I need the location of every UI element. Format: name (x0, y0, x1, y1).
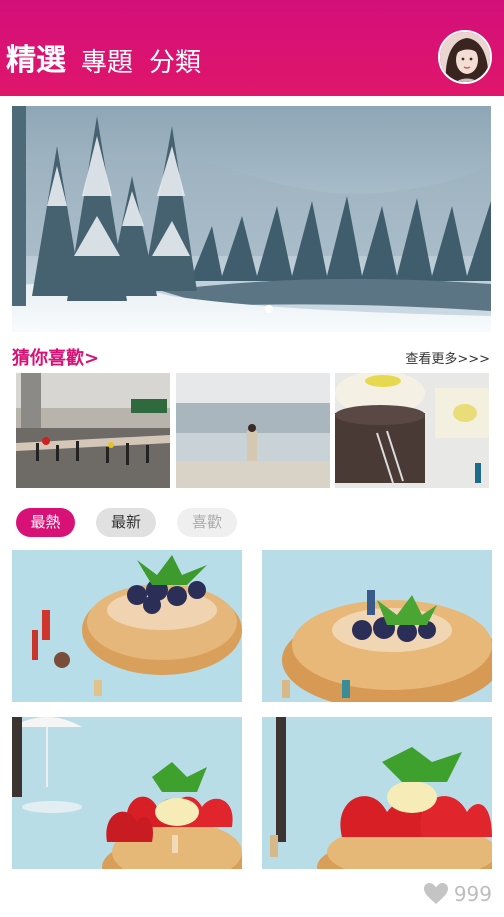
recommend-item[interactable] (176, 373, 330, 488)
tab-categories[interactable]: 分類 (149, 46, 201, 80)
banner-carousel[interactable] (12, 106, 491, 332)
recommend-item[interactable] (16, 373, 170, 488)
tab-featured[interactable]: 精選 (6, 44, 66, 78)
filter-newest[interactable]: 最新 (96, 508, 156, 537)
filter-hottest[interactable]: 最熱 (16, 508, 75, 537)
tab-topics[interactable]: 專題 (81, 46, 133, 80)
photo-card[interactable] (12, 550, 242, 702)
user-avatar[interactable] (438, 30, 492, 84)
top-header: 精選 專題 分類 (0, 0, 504, 96)
photo-card[interactable] (262, 550, 492, 702)
section-title-recommend[interactable]: 猜你喜歡> (12, 344, 99, 370)
see-more-link[interactable]: 查看更多>>> (405, 348, 490, 367)
recommend-item[interactable] (335, 373, 489, 488)
filter-liked[interactable]: 喜歡 (177, 508, 237, 537)
photo-card[interactable] (12, 717, 242, 869)
like-counter[interactable]: 999 (423, 882, 492, 906)
heart-icon[interactable] (423, 883, 448, 905)
like-count: 999 (453, 882, 492, 906)
photo-card[interactable] (262, 717, 492, 869)
carousel-indicator-dot[interactable] (265, 305, 273, 313)
